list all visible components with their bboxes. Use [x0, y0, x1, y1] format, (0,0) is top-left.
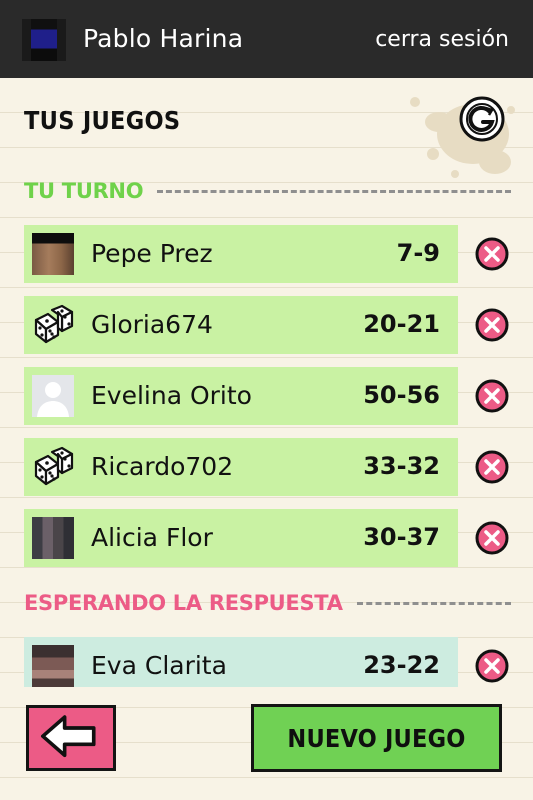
player-name: Ricardo702	[91, 452, 234, 481]
delete-game-icon[interactable]	[474, 648, 510, 684]
game-row[interactable]: Ricardo702 33-32	[24, 438, 458, 496]
game-score: 20-21	[363, 310, 440, 338]
refresh-icon[interactable]	[456, 96, 508, 142]
user-name: Pablo Harina	[83, 24, 244, 53]
section-waiting-label: ESPERANDO LA RESPUESTA	[24, 591, 343, 615]
dice-icon	[34, 304, 74, 344]
new-game-label: NUEVO JUEGO	[287, 723, 466, 753]
player-name: Eva Clarita	[91, 651, 227, 680]
player-name: Evelina Orito	[91, 381, 252, 410]
new-game-button[interactable]: NUEVO JUEGO	[251, 704, 502, 772]
player-name: Gloria674	[91, 310, 213, 339]
default-person-icon	[32, 375, 74, 417]
game-row[interactable]: Eva Clarita 23-22	[24, 637, 458, 687]
delete-game-icon[interactable]	[474, 236, 510, 272]
user-avatar[interactable]	[22, 19, 66, 61]
game-score: 50-56	[363, 381, 440, 409]
player-avatar	[32, 233, 74, 275]
back-button[interactable]	[26, 705, 116, 771]
game-score: 7-9	[396, 239, 440, 267]
section-your-turn-label: TU TURNO	[24, 179, 144, 203]
page-title: TUS JUEGOS	[24, 106, 181, 135]
dice-icon	[34, 446, 74, 486]
player-avatar	[32, 517, 74, 559]
delete-game-icon[interactable]	[474, 520, 510, 556]
game-row[interactable]: Evelina Orito 50-56	[24, 367, 458, 425]
player-name: Alicia Flor	[91, 523, 213, 552]
game-row[interactable]: Pepe Prez 7-9	[24, 225, 458, 283]
game-score: 33-32	[363, 452, 440, 480]
top-bar: Pablo Harina cerra sesión	[0, 0, 533, 78]
section-divider	[157, 189, 511, 193]
delete-game-icon[interactable]	[474, 449, 510, 485]
player-avatar	[32, 645, 74, 687]
back-arrow-icon	[41, 715, 96, 758]
delete-game-icon[interactable]	[474, 307, 510, 343]
section-your-turn: TU TURNO	[24, 176, 511, 206]
game-row[interactable]: Gloria674 20-21	[24, 296, 458, 354]
game-score: 30-37	[363, 523, 440, 551]
player-name: Pepe Prez	[91, 239, 213, 268]
delete-game-icon[interactable]	[474, 378, 510, 414]
game-row[interactable]: Alicia Flor 30-37	[24, 509, 458, 567]
logout-link[interactable]: cerra sesión	[375, 27, 509, 52]
game-score: 23-22	[363, 651, 440, 679]
section-divider	[356, 601, 511, 605]
section-waiting: ESPERANDO LA RESPUESTA	[24, 588, 511, 618]
